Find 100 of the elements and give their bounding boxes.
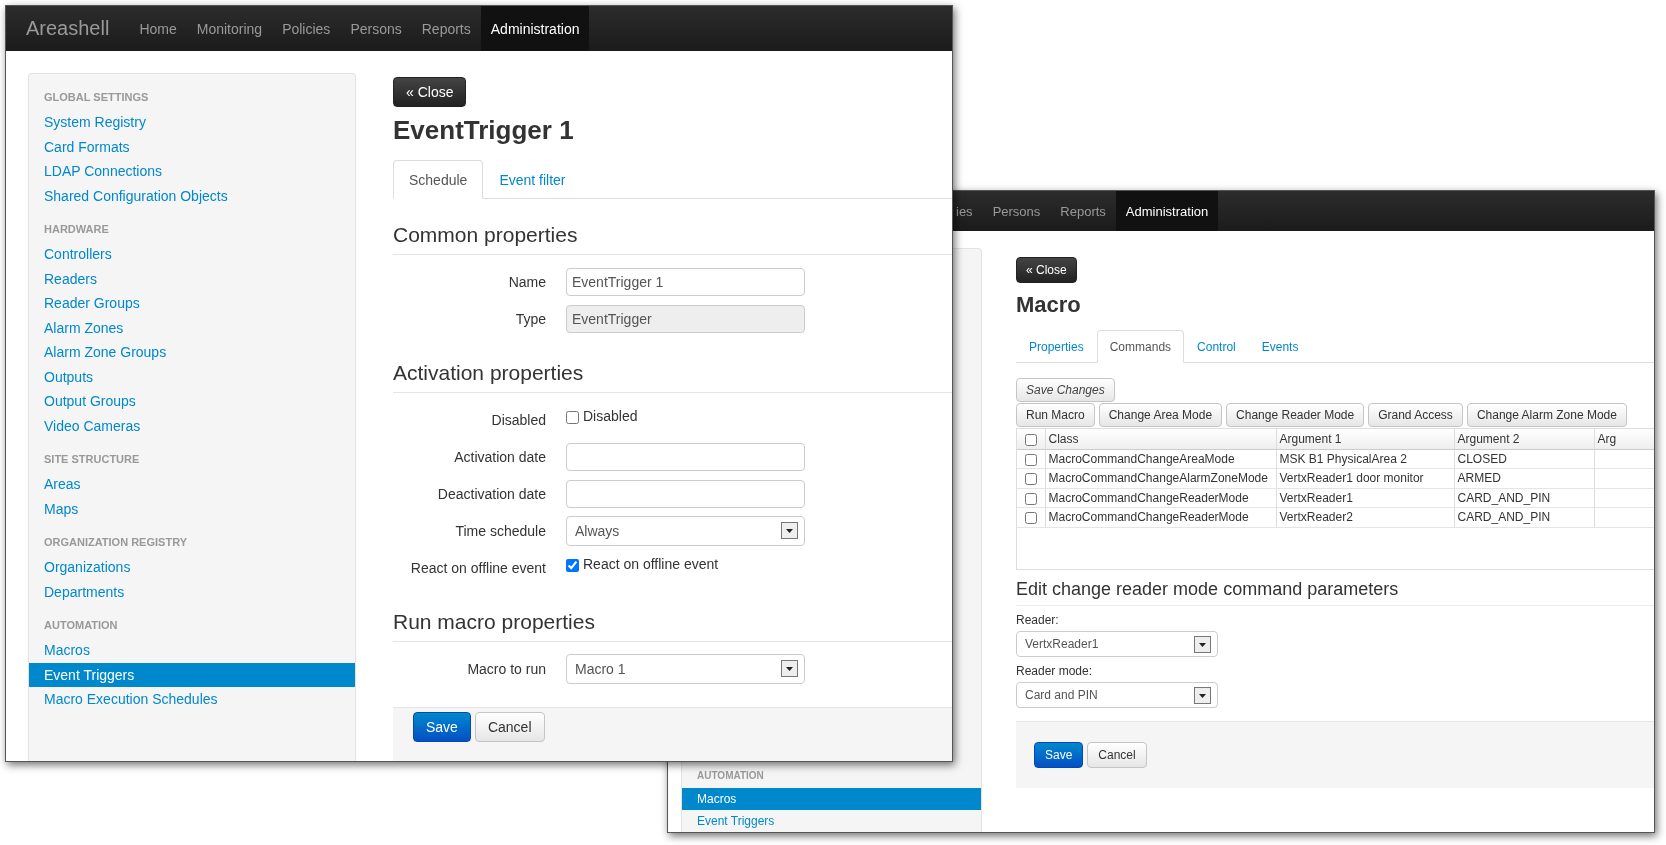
sidebar-item[interactable]: Readers <box>29 266 355 291</box>
row-checkbox[interactable] <box>1024 473 1037 486</box>
nav-link[interactable]: Reports <box>1050 191 1116 231</box>
sidebar-item[interactable]: Video Cameras <box>29 413 355 438</box>
nav-link[interactable]: Administration <box>1115 191 1219 231</box>
sidebar-item[interactable]: Maps <box>29 496 355 521</box>
field-label: Reader: <box>1016 613 1060 627</box>
table-cell: ARMED <box>1454 468 1594 488</box>
tab[interactable]: Schedule <box>393 160 484 199</box>
sidebar-item[interactable]: Card Formats <box>29 134 355 159</box>
nav-link[interactable]: Persons <box>340 6 412 51</box>
cancel-button[interactable]: Cancel <box>474 711 545 742</box>
command-button[interactable]: Change Area Mode <box>1098 403 1223 427</box>
save-button[interactable]: Save <box>1034 742 1084 768</box>
select-all-checkbox[interactable] <box>1024 433 1037 446</box>
sidebar-item[interactable]: Event Triggers <box>682 810 981 832</box>
command-button[interactable]: Change Alarm Zone Mode <box>1466 403 1627 427</box>
table-cell: VertxReader2 <box>1276 507 1454 527</box>
table-cell: CLOSED <box>1454 449 1594 469</box>
tab[interactable]: Commands <box>1096 330 1185 363</box>
command-button[interactable]: Grand Access <box>1368 403 1463 427</box>
sidebar-group-title: SITE STRUCTURE <box>43 452 141 467</box>
section-heading: Activation properties <box>393 337 952 393</box>
text-field[interactable] <box>566 479 805 508</box>
dropdown-field[interactable]: Card and PIN <box>1016 682 1218 708</box>
row-checkbox[interactable] <box>1024 453 1037 466</box>
field-label: Name <box>507 273 547 290</box>
sidebar-item[interactable]: System Registry <box>29 110 355 135</box>
table-cell: VertxReader1 door monitor <box>1276 468 1454 488</box>
cancel-button[interactable]: Cancel <box>1087 742 1147 768</box>
section-heading: Common properties <box>393 199 952 255</box>
nav-link[interactable]: Administration <box>480 6 590 51</box>
row-checkbox[interactable] <box>1024 492 1037 505</box>
field-label: Macro to run <box>466 660 547 677</box>
field-label: Reader mode: <box>1016 664 1094 678</box>
sidebar-group-title: AUTOMATION <box>696 769 765 783</box>
table-cell: MSK B1 PhysicalArea 2 <box>1276 449 1454 469</box>
page-title: EventTrigger 1 <box>393 115 575 146</box>
close-button[interactable]: « Close <box>1016 257 1077 283</box>
field-label: Type <box>514 310 547 327</box>
checkbox-label: Disabled <box>583 407 638 424</box>
sidebar-item[interactable]: Event Triggers <box>29 662 355 687</box>
page-title: Macro <box>1016 292 1082 318</box>
text-field[interactable]: EventTrigger 1 <box>566 267 805 296</box>
nav-link[interactable]: Persons <box>982 191 1051 231</box>
column-header: Argument 1 <box>1276 429 1454 449</box>
sidebar-item[interactable]: Organizations <box>29 555 355 580</box>
tab[interactable]: Events <box>1248 330 1312 363</box>
sidebar-group-title: GLOBAL SETTINGS <box>43 90 150 105</box>
tab[interactable]: Properties <box>1016 330 1097 363</box>
sidebar-group-title: ORGANIZATION REGISTRY <box>43 535 188 550</box>
tab[interactable]: Event filter <box>483 160 582 199</box>
text-field[interactable] <box>566 442 805 471</box>
sidebar-item[interactable]: Reader Groups <box>29 291 355 316</box>
table-cell: CARD_AND_PIN <box>1454 507 1594 527</box>
field-label: Activation date <box>453 448 547 465</box>
checkbox[interactable] <box>566 558 579 572</box>
sidebar-item[interactable]: Outputs <box>29 364 355 389</box>
command-button[interactable]: Run Macro <box>1016 403 1095 427</box>
column-header: Class <box>1045 429 1276 449</box>
sidebar-group-title: AUTOMATION <box>43 618 119 633</box>
tab[interactable]: Control <box>1184 330 1249 363</box>
row-checkbox[interactable] <box>1024 512 1037 525</box>
table-cell: VertxReader1 <box>1276 488 1454 508</box>
brand-logo[interactable]: Areashell <box>6 6 130 51</box>
sidebar-item[interactable]: LDAP Connections <box>29 159 355 184</box>
nav-link[interactable]: Policies <box>272 6 341 51</box>
field-label: Time schedule <box>454 522 547 539</box>
nav-link[interactable]: Reports <box>411 6 481 51</box>
dropdown-field[interactable]: Macro 1 <box>566 653 805 684</box>
close-button[interactable]: « Close <box>393 77 467 107</box>
sidebar-item[interactable]: Departments <box>29 579 355 604</box>
sidebar-item[interactable]: Shared Configuration Objects <box>29 183 355 208</box>
section-heading: Edit change reader mode command parameters <box>1016 570 1654 606</box>
table-cell: MacroCommandChangeReaderMode <box>1045 488 1276 508</box>
sidebar-item[interactable]: Macros <box>682 788 981 810</box>
section-heading: Run macro properties <box>393 586 952 642</box>
sidebar-item[interactable]: Alarm Zones <box>29 315 355 340</box>
table-cell: MacroCommandChangeAreaMode <box>1045 449 1276 469</box>
sidebar-item[interactable]: Areas <box>29 472 355 497</box>
readonly-field[interactable]: EventTrigger <box>566 304 805 333</box>
checkbox-label: React on offline event <box>583 555 719 572</box>
sidebar-item[interactable]: Macros <box>29 638 355 663</box>
table-cell: CARD_AND_PIN <box>1454 488 1594 508</box>
dropdown-field[interactable]: VertxReader1 <box>1016 631 1218 657</box>
nav-link[interactable]: Home <box>129 6 187 51</box>
command-button[interactable]: Change Reader Mode <box>1226 403 1365 427</box>
column-header: Arg <box>1594 429 1654 449</box>
sidebar-item[interactable]: Output Groups <box>29 389 355 414</box>
nav-link[interactable]: ies <box>956 191 983 231</box>
column-header: Argument 2 <box>1454 429 1594 449</box>
sidebar-item[interactable]: Alarm Zone Groups <box>29 340 355 365</box>
save-button[interactable]: Save <box>413 711 471 742</box>
sidebar-item[interactable]: Controllers <box>29 242 355 267</box>
field-label: Deactivation date <box>436 485 547 502</box>
field-label: React on offline event <box>409 559 547 576</box>
nav-link[interactable]: Monitoring <box>186 6 273 51</box>
checkbox[interactable] <box>566 410 579 424</box>
sidebar-item[interactable]: Macro Execution Schedules <box>29 687 355 712</box>
dropdown-field[interactable]: Always <box>566 515 805 546</box>
